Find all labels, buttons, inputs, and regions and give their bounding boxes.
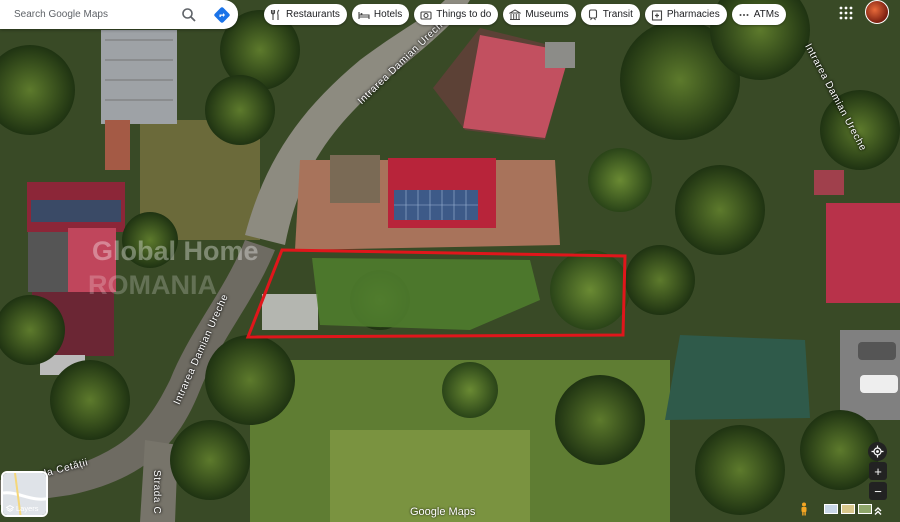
fork-knife-icon [270,9,282,21]
layers-button[interactable]: Layers [1,471,48,517]
imagery-thumbnail-1[interactable] [824,504,838,514]
google-maps-logo: Google Maps [410,506,476,518]
expand-icon[interactable] [872,504,884,516]
minus-icon: − [874,483,882,499]
watermark-line2: ROMANIA [88,270,217,300]
chip-label: Pharmacies [666,9,720,20]
chip-label: Hotels [373,9,403,20]
layers-icon [6,504,14,512]
category-chips: Restaurants Hotels Things to do Museums … [264,4,787,26]
imagery-thumbnail-2[interactable] [841,504,855,514]
chip-label: Restaurants [286,9,340,20]
search-box[interactable] [0,0,238,29]
watermark-line1: Global Home [92,236,259,266]
zoom-in-button[interactable]: + [869,462,887,480]
museum-icon [508,8,523,21]
chip-pharmacies[interactable]: Pharmacies [644,4,727,25]
bottom-controls [800,502,872,516]
zoom-out-button[interactable]: − [869,482,887,500]
chip-restaurants[interactable]: Restaurants [264,4,347,25]
chip-label: ATMs [753,9,780,20]
chip-atms[interactable]: ATMs [731,4,787,25]
chip-hotels[interactable]: Hotels [351,4,410,25]
imagery-thumbnail-3[interactable] [858,504,872,514]
pegman-icon [801,502,807,516]
apps-grid-icon[interactable] [838,5,854,21]
more-dots-icon [738,9,750,21]
camera-icon [420,9,432,21]
chip-label: Museums [525,9,569,20]
chip-label: Things to do [436,9,492,20]
search-icon[interactable] [180,6,198,24]
crosshair-icon [871,445,884,458]
chip-things-to-do[interactable]: Things to do [414,4,499,25]
layers-label-wrap: Layers [6,504,39,513]
search-input[interactable] [12,8,176,21]
street-label-bottom-vertical: Strada C [151,470,162,515]
chip-museums[interactable]: Museums [503,4,576,25]
chip-label: Transit [602,9,633,20]
directions-icon[interactable] [213,6,231,24]
plus-icon: + [874,463,882,479]
bed-icon [358,9,370,21]
pharmacy-icon [651,9,663,21]
layers-label: Layers [16,504,39,513]
train-icon [587,8,599,21]
account-avatar[interactable] [865,0,889,24]
chip-transit[interactable]: Transit [580,4,640,25]
my-location-button[interactable] [868,442,887,461]
